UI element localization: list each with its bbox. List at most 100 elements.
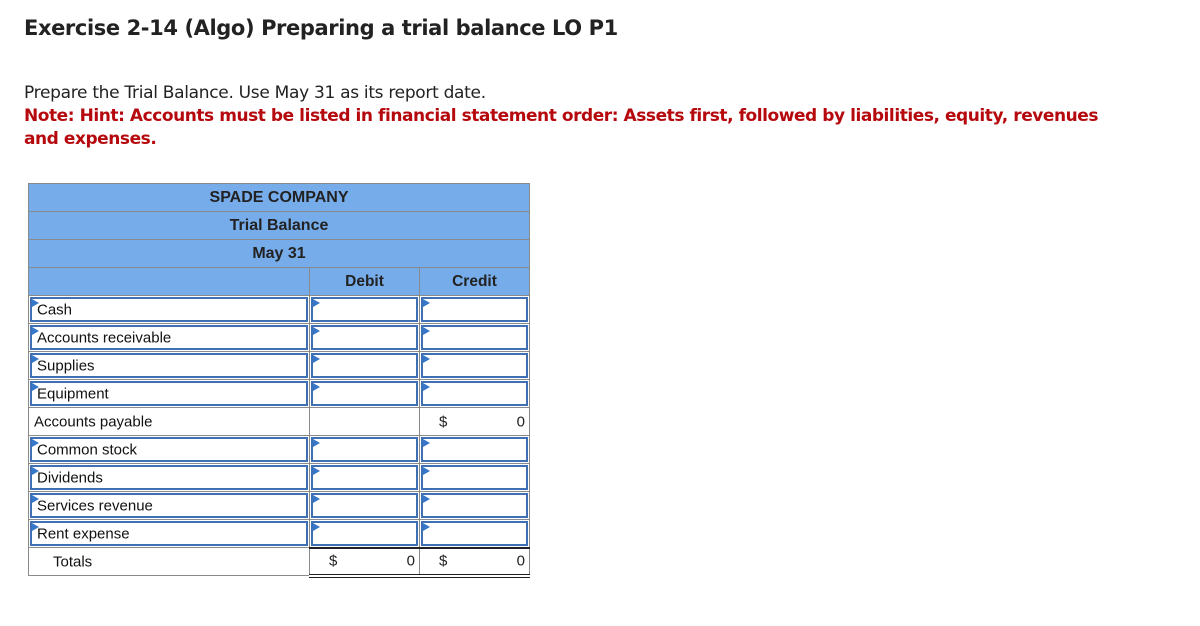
credit-input-cell[interactable] — [418, 435, 531, 464]
account-dropdown[interactable]: Cash — [30, 297, 308, 322]
credit-input-box[interactable] — [421, 297, 529, 322]
table-row: Common stock — [28, 435, 531, 464]
debit-amount-input[interactable] — [313, 523, 416, 544]
account-dropdown[interactable]: Accounts receivable — [30, 325, 308, 350]
credit-amount-input[interactable] — [423, 495, 527, 516]
credit-input-box[interactable] — [421, 465, 529, 490]
account-name: Dividends — [37, 469, 103, 486]
account-name: Services revenue — [37, 497, 153, 514]
input-marker-icon — [423, 439, 430, 447]
report-date: May 31 — [27, 239, 531, 268]
instructions-text: Prepare the Trial Balance. Use May 31 as… — [24, 83, 486, 103]
trial-balance-table: SPADE COMPANY Trial Balance May 31 Debit… — [27, 183, 531, 578]
input-marker-icon — [423, 383, 430, 391]
account-select-cell[interactable]: Supplies — [28, 351, 310, 380]
table-row: Rent expense — [28, 519, 531, 548]
account-dropdown[interactable]: Services revenue — [30, 493, 308, 518]
debit-amount-input[interactable] — [313, 439, 416, 460]
credit-amount-input[interactable] — [423, 355, 527, 376]
total-credit-amount: 0 — [516, 552, 526, 570]
account-select-cell[interactable]: Common stock — [28, 435, 310, 464]
credit-input-box[interactable] — [421, 437, 529, 462]
input-marker-icon — [313, 299, 320, 307]
input-marker-icon — [313, 467, 320, 475]
credit-input-cell[interactable] — [418, 491, 531, 520]
debit-input-box[interactable] — [311, 493, 418, 518]
table-row: Accounts receivable — [28, 323, 531, 352]
credit-amount-input[interactable] — [423, 439, 527, 460]
account-dropdown[interactable]: Supplies — [30, 353, 308, 378]
debit-input-cell[interactable] — [309, 379, 420, 408]
debit-amount-input[interactable] — [313, 495, 416, 516]
debit-input-cell[interactable] — [309, 323, 420, 352]
debit-input-box[interactable] — [311, 325, 418, 350]
debit-input-cell[interactable] — [309, 435, 420, 464]
account-select-cell[interactable]: Rent expense — [28, 519, 310, 548]
totals-label-cell: Totals — [28, 547, 310, 576]
input-marker-icon — [313, 495, 320, 503]
account-rows: Cash Accounts receivable Supplies Equipment… — [28, 295, 531, 548]
debit-input-box[interactable] — [311, 381, 418, 406]
credit-amount-input[interactable] — [423, 299, 527, 320]
account-dropdown[interactable]: Rent expense — [30, 521, 308, 546]
debit-input-cell[interactable] — [309, 519, 420, 548]
credit-dollar-sign: $ — [439, 413, 448, 430]
debit-input-box[interactable] — [311, 521, 418, 546]
total-credit-cell: $ 0 — [418, 546, 531, 578]
dropdown-marker-icon — [32, 327, 39, 335]
credit-amount-input[interactable] — [423, 383, 527, 404]
account-select-cell[interactable]: Accounts receivable — [28, 323, 310, 352]
company-name: SPADE COMPANY — [27, 183, 531, 212]
debit-input-cell[interactable] — [309, 491, 420, 520]
debit-amount-input[interactable] — [313, 355, 416, 376]
credit-input-box[interactable] — [421, 381, 529, 406]
table-row: Cash — [28, 295, 531, 324]
debit-amount-input[interactable] — [313, 467, 416, 488]
debit-input-box[interactable] — [311, 465, 418, 490]
debit-input-box[interactable] — [311, 353, 418, 378]
debit-amount-input[interactable] — [313, 327, 416, 348]
debit-input-box[interactable] — [311, 297, 418, 322]
company-name-row: SPADE COMPANY — [27, 183, 531, 212]
debit-amount-input[interactable] — [313, 299, 416, 320]
account-select-cell[interactable]: Equipment — [28, 379, 310, 408]
debit-input-cell[interactable] — [309, 351, 420, 380]
credit-input-box[interactable] — [421, 353, 529, 378]
account-dropdown[interactable]: Dividends — [30, 465, 308, 490]
account-name: Rent expense — [37, 525, 130, 542]
credit-input-cell[interactable] — [418, 463, 531, 492]
account-name: Accounts payable — [34, 413, 153, 430]
report-date-row: May 31 — [27, 239, 531, 268]
credit-input-box[interactable] — [421, 521, 529, 546]
credit-input-box[interactable] — [421, 325, 529, 350]
credit-input-cell[interactable] — [418, 295, 531, 324]
debit-amount-input[interactable] — [313, 383, 416, 404]
credit-input-box[interactable] — [421, 493, 529, 518]
total-debit-cell: $ 0 — [309, 546, 420, 578]
account-dropdown[interactable]: Common stock — [30, 437, 308, 462]
credit-input-cell[interactable] — [418, 351, 531, 380]
input-marker-icon — [423, 299, 430, 307]
input-marker-icon — [423, 467, 430, 475]
debit-input-cell[interactable] — [309, 295, 420, 324]
account-select-cell[interactable]: Services revenue — [28, 491, 310, 520]
totals-row: Totals $ 0 $ 0 — [28, 546, 531, 578]
dropdown-marker-icon — [32, 383, 39, 391]
credit-amount-input[interactable] — [423, 327, 527, 348]
credit-amount-input[interactable] — [423, 523, 527, 544]
account-column-header — [28, 267, 310, 296]
account-dropdown[interactable]: Equipment — [30, 381, 308, 406]
table-row: Accounts payable $0 — [28, 407, 531, 436]
debit-column-header: Debit — [309, 267, 420, 296]
debit-input-box[interactable] — [311, 437, 418, 462]
credit-input-cell[interactable] — [418, 379, 531, 408]
debit-input-cell[interactable] — [309, 463, 420, 492]
account-select-cell[interactable]: Cash — [28, 295, 310, 324]
credit-input-cell[interactable] — [418, 323, 531, 352]
input-marker-icon — [423, 523, 430, 531]
credit-input-cell[interactable] — [418, 519, 531, 548]
account-select-cell[interactable]: Dividends — [28, 463, 310, 492]
credit-amount-input[interactable] — [423, 467, 527, 488]
hint-note: Note: Hint: Accounts must be listed in f… — [24, 106, 1099, 149]
dropdown-marker-icon — [32, 467, 39, 475]
